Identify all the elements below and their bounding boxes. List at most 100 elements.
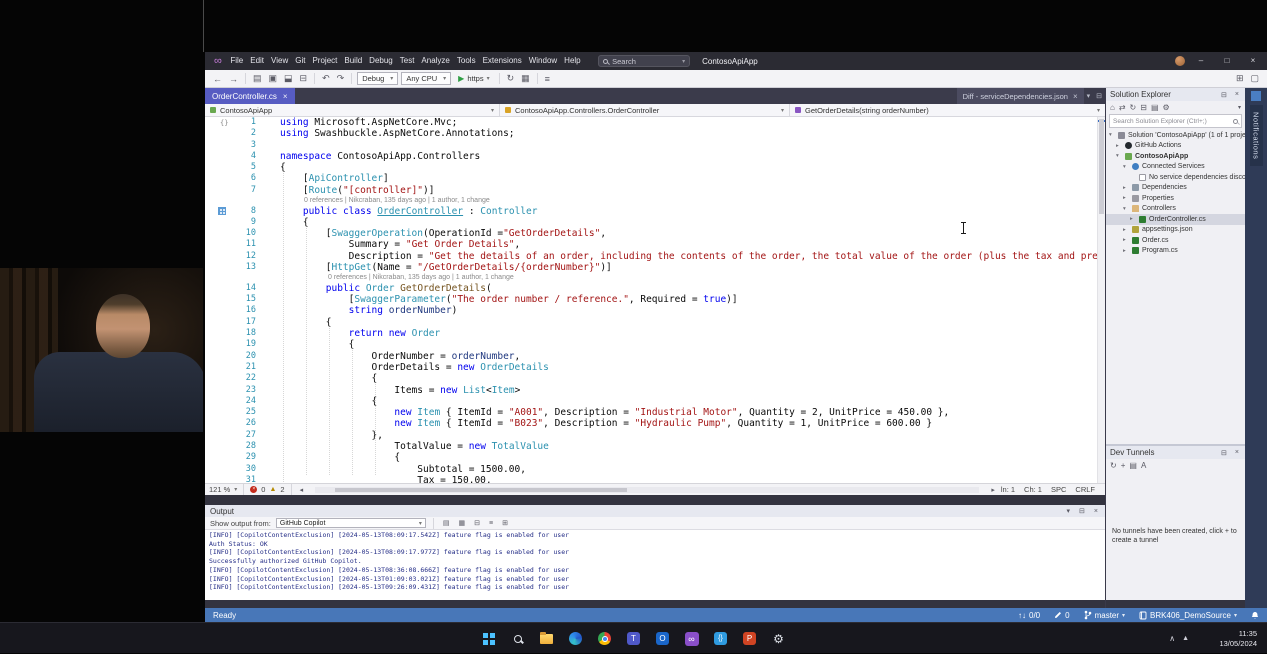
menu-help[interactable]: Help	[561, 52, 584, 70]
show-all-files-icon[interactable]: ▤	[1151, 103, 1159, 112]
expand-arrow-icon[interactable]: ▸	[1130, 216, 1136, 222]
properties-icon[interactable]: ⚙	[1163, 103, 1170, 112]
line-number[interactable]: 15	[205, 294, 263, 305]
line-number[interactable]: 31	[205, 475, 263, 483]
tree-item-order-cs[interactable]: ▸ Order.cs	[1106, 235, 1245, 246]
error-icon[interactable]: ×	[250, 486, 258, 493]
access-icon[interactable]: A	[1141, 461, 1146, 470]
taskbar-icon-explorer[interactable]	[537, 629, 557, 649]
line-number[interactable]: 3	[205, 140, 263, 151]
line-number[interactable]: 11	[205, 239, 263, 250]
add-tunnel-icon[interactable]: +	[1121, 461, 1126, 470]
taskbar-icon-ppt[interactable]: P	[740, 629, 760, 649]
hot-reload-icon[interactable]: ↻	[505, 73, 517, 84]
expand-arrow-icon[interactable]: ▸	[1123, 237, 1129, 243]
menu-test[interactable]: Test	[396, 52, 418, 70]
type-dropdown[interactable]: ContosoApiApp.Controllers.OrderControlle…	[500, 104, 790, 116]
pending-edits-button[interactable]: 0	[1054, 611, 1070, 620]
expand-arrow-icon[interactable]: ▾	[1123, 206, 1129, 212]
tree-item-appsettings-json[interactable]: ▸ appsettings.json	[1106, 225, 1245, 236]
taskbar-icon-start[interactable]	[479, 629, 499, 649]
taskbar-icon-teams[interactable]: T	[624, 629, 644, 649]
line-number[interactable]: 7	[205, 185, 263, 196]
line-number[interactable]	[205, 273, 263, 283]
tab-diff-servicedependencies[interactable]: Diff - serviceDependencies.json ×	[956, 88, 1084, 104]
line-number[interactable]: 8	[205, 206, 263, 217]
taskbar-clock[interactable]: 11:35 13/05/2024	[1219, 623, 1257, 654]
line-number[interactable]: 20	[205, 351, 263, 362]
tree-item-dependencies[interactable]: ▸ Dependencies	[1106, 183, 1245, 194]
warning-icon[interactable]: ▲	[269, 486, 276, 493]
tree-item-connected-services[interactable]: ▾ Connected Services	[1106, 162, 1245, 173]
menu-analyze[interactable]: Analyze	[418, 52, 453, 70]
code-editor[interactable]: 1 using Microsoft.AspNetCore.Mvc; 2 using S…	[205, 117, 1105, 483]
line-number[interactable]: 30	[205, 464, 263, 475]
expand-arrow-icon[interactable]: ▸	[1116, 143, 1122, 149]
tray-chevron-icon[interactable]: ∧	[1169, 634, 1175, 643]
clear-all-icon[interactable]: ⊟	[472, 519, 482, 527]
menu-build[interactable]: Build	[341, 52, 366, 70]
line-number[interactable]: 6	[205, 173, 263, 184]
taskbar-icon-edge[interactable]	[566, 629, 586, 649]
expand-arrow-icon[interactable]: ▾	[1109, 132, 1115, 138]
close-panel-icon[interactable]: ×	[1233, 449, 1241, 456]
tree-item-program-cs[interactable]: ▸ Program.cs	[1106, 246, 1245, 257]
tab-ordercontroller[interactable]: OrderController.cs ×	[205, 88, 295, 104]
menu-tools[interactable]: Tools	[453, 52, 479, 70]
line-number[interactable]: 4	[205, 151, 263, 162]
chevron-down-icon[interactable]: ▾	[1238, 104, 1241, 111]
search-box[interactable]: Search ▾	[598, 55, 691, 67]
new-file-icon[interactable]: ▤	[251, 73, 264, 84]
menu-project[interactable]: Project	[309, 52, 341, 70]
scrollbar-thumb[interactable]	[335, 487, 628, 492]
tree-item-solution-contosoapiapp-1-of-1-pr[interactable]: ▾ Solution 'ContosoApiApp' (1 of 1 projec…	[1106, 130, 1245, 141]
refresh-icon[interactable]: ↻	[1110, 461, 1117, 470]
tab-list-icon[interactable]: ▾	[1084, 92, 1094, 100]
warning-count[interactable]: 2	[280, 485, 284, 494]
line-number[interactable]: 22	[205, 373, 263, 384]
expand-arrow-icon[interactable]: ▸	[1123, 248, 1129, 254]
navigate-back-icon[interactable]: ←	[211, 74, 224, 84]
filter-icon[interactable]: ▤	[1129, 461, 1137, 470]
window-position-icon[interactable]: ▾	[1065, 507, 1073, 515]
codelens-annotation[interactable]: 0 references | Nikcraban, 135 days ago |…	[263, 196, 490, 206]
bell-icon[interactable]	[1251, 611, 1259, 620]
collapse-all-icon[interactable]: ⊟	[1140, 103, 1147, 112]
tree-item-properties[interactable]: ▸ Properties	[1106, 193, 1245, 204]
save-all-icon[interactable]: ⊟	[298, 73, 310, 84]
expand-arrow-icon[interactable]: ▾	[1123, 164, 1129, 170]
switch-views-icon[interactable]: ⇄	[1119, 103, 1126, 112]
tree-item-github-actions[interactable]: ▸ GitHub Actions	[1106, 141, 1245, 152]
tree-item-ordercontroller-cs[interactable]: ▸ OrderController.cs	[1106, 214, 1245, 225]
auto-hide-icon[interactable]: ⊟	[1077, 507, 1087, 515]
auto-hide-icon[interactable]: ⊟	[1219, 449, 1229, 457]
sync-commits-button[interactable]: ↑↓ 0/0	[1018, 611, 1040, 620]
network-icon[interactable]: ▲	[1182, 635, 1189, 642]
editor-vertical-scrollbar[interactable]	[1097, 117, 1105, 483]
scrollbar-thumb[interactable]	[1099, 119, 1104, 214]
redo-icon[interactable]: ↷	[335, 73, 347, 84]
panel-splitter[interactable]	[205, 495, 1105, 505]
expand-arrow-icon[interactable]: ▸	[1123, 185, 1129, 191]
menu-git[interactable]: Git	[292, 52, 309, 70]
line-number[interactable]: 28	[205, 441, 263, 452]
line-number[interactable]: 24	[205, 396, 263, 407]
line-number[interactable]: 25	[205, 407, 263, 418]
menu-view[interactable]: View	[268, 52, 292, 70]
line-number[interactable]: 18	[205, 328, 263, 339]
class-margin-glyph-icon[interactable]	[218, 207, 226, 215]
find-in-files-icon[interactable]: ≡	[543, 74, 552, 84]
live-share-icon[interactable]: ⊞	[1234, 73, 1246, 84]
notifications-tab[interactable]: Notifications	[1249, 105, 1263, 167]
maximize-button[interactable]: □	[1217, 52, 1237, 70]
go-to-message-icon[interactable]: ▦	[457, 519, 468, 527]
copilot-badge-icon[interactable]	[1251, 91, 1261, 101]
menu-edit[interactable]: Edit	[247, 52, 268, 70]
start-debugging-button[interactable]: ▶ https ▾	[454, 74, 493, 83]
taskbar-icon-outlook[interactable]: O	[653, 629, 673, 649]
editor-horizontal-scrollbar[interactable]	[315, 486, 980, 493]
zoom-level[interactable]: 121 %	[209, 485, 230, 494]
account-avatar[interactable]	[1175, 56, 1185, 66]
close-tab-icon[interactable]: ×	[283, 92, 288, 101]
word-wrap-icon[interactable]: ≡	[487, 520, 495, 527]
